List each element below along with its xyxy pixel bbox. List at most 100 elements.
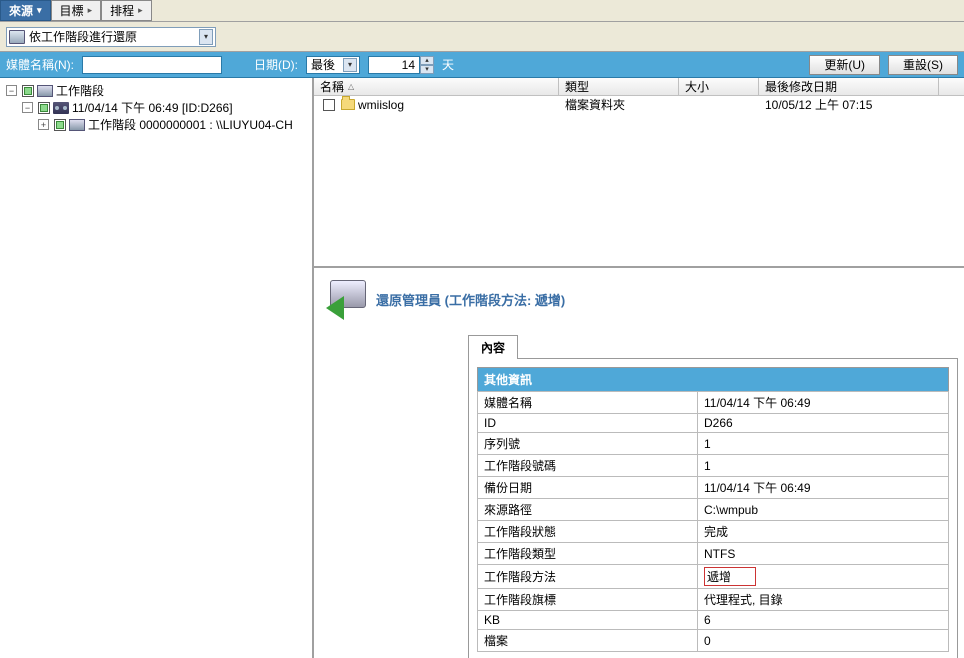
spin-up[interactable]: ▴ xyxy=(420,56,434,65)
folder-icon xyxy=(341,99,355,110)
info-value: 1 xyxy=(698,433,949,455)
tree-session[interactable]: − 11/04/14 下午 06:49 [ID:D266] xyxy=(2,99,310,116)
reset-button[interactable]: 重設(S) xyxy=(888,55,958,75)
checkbox[interactable] xyxy=(54,119,66,131)
info-value: NTFS xyxy=(698,543,949,565)
toolbar: 依工作階段進行還原 ▾ xyxy=(0,22,964,52)
col-date[interactable]: 最後修改日期 xyxy=(759,78,939,95)
restore-mode-select[interactable]: 依工作階段進行還原 ▾ xyxy=(6,27,216,47)
main-area: − 工作階段 − 11/04/14 下午 06:49 [ID:D266] + 工… xyxy=(0,78,964,658)
info-value: 1 xyxy=(698,455,949,477)
col-name[interactable]: 名稱△ xyxy=(314,78,559,95)
info-row: 來源路徑C:\wmpub xyxy=(478,499,949,521)
date-label: 日期(D): xyxy=(254,56,298,73)
info-key: ID xyxy=(478,414,698,433)
days-unit-label: 天 xyxy=(442,56,454,73)
tree-root[interactable]: − 工作階段 xyxy=(2,82,310,99)
info-row: 工作階段號碼1 xyxy=(478,455,949,477)
days-input[interactable] xyxy=(368,56,420,74)
info-value: 6 xyxy=(698,611,949,630)
tree-panel[interactable]: − 工作階段 − 11/04/14 下午 06:49 [ID:D266] + 工… xyxy=(0,78,314,658)
tab-content[interactable]: 內容 xyxy=(468,335,518,359)
sessions-icon xyxy=(37,85,53,97)
info-key: 工作階段方法 xyxy=(478,565,698,589)
item-name: wmiislog xyxy=(358,98,404,112)
list-item[interactable]: wmiislog 檔案資料夾 10/05/12 上午 07:15 xyxy=(314,96,964,113)
info-value: 完成 xyxy=(698,521,949,543)
info-key: 工作階段旗標 xyxy=(478,589,698,611)
date-mode-select[interactable]: 最後 ▾ xyxy=(306,56,360,74)
tree-session-item-label: 工作階段 0000000001 : \\LIUYU04-CH xyxy=(88,116,293,133)
main-tabs: 來源▾ 目標▸ 排程▸ xyxy=(0,0,964,22)
info-key: 工作階段狀態 xyxy=(478,521,698,543)
info-body: 其他資訊 媒體名稱11/04/14 下午 06:49IDD266序列號1工作階段… xyxy=(468,358,958,658)
info-value: 0 xyxy=(698,630,949,652)
info-row: 序列號1 xyxy=(478,433,949,455)
info-value: C:\wmpub xyxy=(698,499,949,521)
info-key: 檔案 xyxy=(478,630,698,652)
info-row: IDD266 xyxy=(478,414,949,433)
highlight-box: 遞增 xyxy=(704,567,756,586)
col-type[interactable]: 類型 xyxy=(559,78,679,95)
chevron-right-icon: ▸ xyxy=(138,5,143,16)
col-size[interactable]: 大小 xyxy=(679,78,759,95)
right-panel: 名稱△ 類型 大小 最後修改日期 wmiislog 檔案資料夾 10/05/12… xyxy=(314,78,964,658)
tree-toggle[interactable]: − xyxy=(6,85,17,96)
info-key: 來源路徑 xyxy=(478,499,698,521)
info-row: 媒體名稱11/04/14 下午 06:49 xyxy=(478,392,949,414)
chevron-down-icon: ▾ xyxy=(37,5,42,16)
info-value: 代理程式, 目錄 xyxy=(698,589,949,611)
chevron-right-icon: ▸ xyxy=(88,5,93,16)
tree-toggle[interactable]: + xyxy=(38,119,49,130)
days-stepper[interactable]: ▴ ▾ xyxy=(368,56,434,74)
info-key: 媒體名稱 xyxy=(478,392,698,414)
info-value: 11/04/14 下午 06:49 xyxy=(698,392,949,414)
disk-icon xyxy=(9,30,25,44)
detail-title: 還原管理員 (工作階段方法: 遞增) xyxy=(376,290,565,309)
update-button[interactable]: 更新(U) xyxy=(809,55,880,75)
info-key: 工作階段類型 xyxy=(478,543,698,565)
info-value: D266 xyxy=(698,414,949,433)
list-body[interactable]: wmiislog 檔案資料夾 10/05/12 上午 07:15 xyxy=(314,96,964,266)
tree-toggle[interactable]: − xyxy=(22,102,33,113)
sort-asc-icon: △ xyxy=(348,82,354,91)
tree-root-label: 工作階段 xyxy=(56,82,104,99)
info-row: KB6 xyxy=(478,611,949,630)
info-row: 備份日期11/04/14 下午 06:49 xyxy=(478,477,949,499)
tree-session-item[interactable]: + 工作階段 0000000001 : \\LIUYU04-CH xyxy=(2,116,310,133)
info-value: 11/04/14 下午 06:49 xyxy=(698,477,949,499)
checkbox[interactable] xyxy=(22,85,34,97)
info-key: 序列號 xyxy=(478,433,698,455)
restore-mode-label: 依工作階段進行還原 xyxy=(29,28,195,45)
tab-source[interactable]: 來源▾ xyxy=(0,0,51,21)
session-item-icon xyxy=(69,119,85,131)
info-tabs: 內容 其他資訊 媒體名稱11/04/14 下午 06:49IDD266序列號1工… xyxy=(468,334,960,658)
media-name-input[interactable] xyxy=(82,56,222,74)
info-row: 工作階段狀態完成 xyxy=(478,521,949,543)
item-date: 10/05/12 上午 07:15 xyxy=(765,96,872,113)
info-key: KB xyxy=(478,611,698,630)
spin-down[interactable]: ▾ xyxy=(420,65,434,74)
tab-schedule[interactable]: 排程▸ xyxy=(101,0,152,21)
section-header: 其他資訊 xyxy=(477,367,949,391)
info-key: 工作階段號碼 xyxy=(478,455,698,477)
list-header: 名稱△ 類型 大小 最後修改日期 xyxy=(314,78,964,96)
checkbox[interactable] xyxy=(323,99,335,111)
info-table: 媒體名稱11/04/14 下午 06:49IDD266序列號1工作階段號碼1備份… xyxy=(477,391,949,652)
item-type: 檔案資料夾 xyxy=(565,96,625,113)
tree-session-label: 11/04/14 下午 06:49 [ID:D266] xyxy=(72,99,233,116)
chevron-down-icon: ▾ xyxy=(343,58,357,72)
tab-target[interactable]: 目標▸ xyxy=(51,0,102,21)
info-row: 工作階段旗標代理程式, 目錄 xyxy=(478,589,949,611)
info-row: 工作階段方法遞增 xyxy=(478,565,949,589)
info-row: 檔案0 xyxy=(478,630,949,652)
media-name-label: 媒體名稱(N): xyxy=(6,56,74,73)
info-row: 工作階段類型NTFS xyxy=(478,543,949,565)
checkbox[interactable] xyxy=(38,102,50,114)
chevron-down-icon: ▾ xyxy=(199,29,213,45)
detail-panel: 還原管理員 (工作階段方法: 遞增) 內容 其他資訊 媒體名稱11/04/14 … xyxy=(314,266,964,658)
detail-header: 還原管理員 (工作階段方法: 遞增) xyxy=(318,274,960,324)
info-value: 遞增 xyxy=(698,565,949,589)
restore-manager-icon xyxy=(326,278,368,320)
tape-icon xyxy=(53,102,69,114)
